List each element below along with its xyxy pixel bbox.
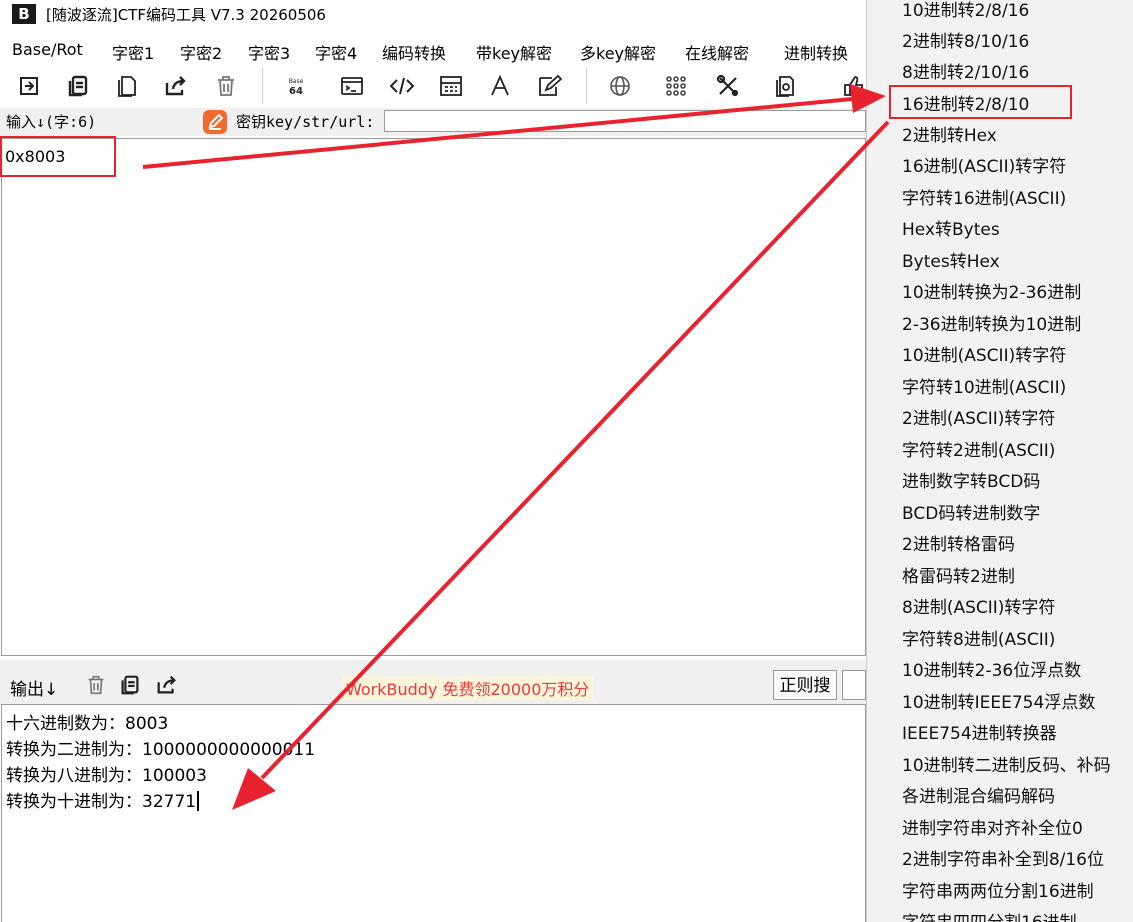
toolbar: Base 64: [0, 66, 866, 106]
dropdown-item[interactable]: 字符转10进制(ASCII): [902, 373, 1066, 398]
copy-icon[interactable]: [118, 673, 142, 697]
document-icon[interactable]: [770, 72, 798, 100]
toolbar-separator: [586, 68, 587, 104]
dropdown-item[interactable]: 2进制字符串补全到8/16位: [902, 845, 1104, 870]
dropdown-item[interactable]: 2-36进制转换为10进制: [902, 310, 1081, 335]
delete-icon[interactable]: [212, 72, 240, 100]
input-textarea[interactable]: 0x8003: [1, 138, 866, 656]
text-caret: [197, 791, 200, 811]
share-icon[interactable]: [162, 72, 190, 100]
globe-icon[interactable]: [606, 72, 634, 100]
terminal-icon[interactable]: [338, 72, 366, 100]
toolbar-separator: [262, 68, 263, 104]
key-input[interactable]: [384, 110, 866, 132]
code-icon[interactable]: [388, 72, 416, 100]
grid-icon[interactable]: [662, 72, 690, 100]
input-highlight-box: [0, 136, 116, 177]
regex-search-input[interactable]: [842, 670, 866, 700]
font-icon[interactable]: [486, 72, 514, 100]
dropdown-item[interactable]: 10进制转2/8/16: [902, 0, 1029, 21]
output-line-octal: 转换为八进制为：100003: [6, 766, 207, 786]
dropdown-item[interactable]: Bytes转Hex: [902, 247, 1000, 272]
dropdown-item[interactable]: 10进制(ASCII)转字符: [902, 341, 1066, 366]
key-edit-icon: [203, 110, 227, 134]
menu-base-rot[interactable]: Base/Rot: [12, 40, 83, 59]
dropdown-item[interactable]: 2进制转8/10/16: [902, 27, 1029, 52]
thumbs-up-icon[interactable]: [840, 72, 868, 100]
output-header: 输出↓ WorkBuddy 免费领20000万积分 正则搜: [0, 660, 866, 704]
menu-cipher-2[interactable]: 字密2: [180, 40, 222, 64]
output-textarea[interactable]: 十六进制数为：8003 转换为二进制为：1000000000000011 转换为…: [1, 704, 866, 922]
dropdown-item[interactable]: 字符转2进制(ASCII): [902, 436, 1055, 461]
menu-key-decrypt[interactable]: 带key解密: [476, 40, 552, 64]
menu-cipher-1[interactable]: 字密1: [112, 40, 154, 64]
paste-icon[interactable]: [113, 72, 141, 100]
dropdown-item[interactable]: 格雷码转2进制: [902, 562, 1015, 587]
dropdown-item[interactable]: 进制字符串对齐补全位0: [902, 814, 1083, 839]
dropdown-item[interactable]: 字符串四四分割16进制: [902, 908, 1077, 922]
menu-multi-key-decrypt[interactable]: 多key解密: [580, 40, 656, 64]
output-label: 输出↓: [10, 680, 59, 700]
menu-online-decrypt[interactable]: 在线解密: [685, 40, 749, 64]
dropdown-item[interactable]: BCD码转进制数字: [902, 499, 1040, 524]
dropdown-item[interactable]: 10进制转IEEE754浮点数: [902, 688, 1095, 713]
base-conversion-dropdown: 10进制转2/8/16 2进制转8/10/16 8进制转2/10/16 16进制…: [866, 0, 1133, 922]
base64-icon[interactable]: Base 64: [282, 72, 310, 100]
output-line-binary: 转换为二进制为：1000000000000011: [6, 740, 316, 760]
menu-cipher-3[interactable]: 字密3: [248, 40, 290, 64]
dropdown-item[interactable]: 2进制转格雷码: [902, 530, 1015, 555]
delete-icon[interactable]: [84, 673, 108, 697]
calculator-icon[interactable]: [437, 72, 465, 100]
dropdown-item[interactable]: 字符转16进制(ASCII): [902, 184, 1066, 209]
window-title: [随波逐流]CTF编码工具 V7.3 20260506: [46, 6, 326, 24]
menu-highlight-box: [889, 85, 1072, 119]
dropdown-item[interactable]: 进制数字转BCD码: [902, 467, 1040, 492]
menu-bar: Base/Rot 字密1 字密2 字密3 字密4 编码转换 带key解密 多ke…: [0, 36, 866, 64]
title-bar: B [随波逐流]CTF编码工具 V7.3 20260506: [0, 0, 866, 30]
menu-encoding[interactable]: 编码转换: [382, 40, 446, 64]
dropdown-item[interactable]: 10进制转二进制反码、补码: [902, 751, 1111, 776]
dropdown-item[interactable]: Hex转Bytes: [902, 215, 1000, 240]
edit-icon[interactable]: [535, 72, 563, 100]
dropdown-item[interactable]: 2进制转Hex: [902, 121, 997, 146]
import-icon[interactable]: [15, 72, 43, 100]
svg-text:64: 64: [289, 86, 303, 97]
promo-banner[interactable]: WorkBuddy 免费领20000万积分: [342, 676, 594, 700]
key-label: 密钥key/str/url:: [236, 113, 375, 131]
dropdown-item[interactable]: 10进制转换为2-36进制: [902, 278, 1081, 303]
svg-text:Base: Base: [289, 78, 304, 85]
input-label: 输入↓(字:6): [6, 113, 97, 131]
copy-icon[interactable]: [64, 72, 92, 100]
dropdown-item[interactable]: 各进制混合编码解码: [902, 782, 1055, 807]
dropdown-item[interactable]: 2进制(ASCII)转字符: [902, 404, 1055, 429]
output-line-hex: 十六进制数为：8003: [6, 714, 169, 734]
tools-icon[interactable]: [714, 72, 742, 100]
input-header: 输入↓(字:6) 密钥key/str/url:: [0, 108, 866, 136]
output-line-decimal: 转换为十进制为：32771: [6, 787, 200, 812]
dropdown-item[interactable]: IEEE754进制转换器: [902, 719, 1057, 744]
dropdown-item[interactable]: 10进制转2-36位浮点数: [902, 656, 1081, 681]
menu-base-conversion[interactable]: 进制转换: [784, 40, 848, 64]
menu-cipher-4[interactable]: 字密4: [315, 40, 357, 64]
app-logo: B: [12, 4, 36, 24]
dropdown-item[interactable]: 8进制转2/10/16: [902, 58, 1029, 83]
regex-search-button[interactable]: 正则搜: [773, 670, 837, 700]
dropdown-item[interactable]: 字符转8进制(ASCII): [902, 625, 1055, 650]
dropdown-item[interactable]: 16进制(ASCII)转字符: [902, 152, 1066, 177]
dropdown-item[interactable]: 字符串两两位分割16进制: [902, 877, 1094, 902]
share-icon[interactable]: [155, 673, 179, 697]
dropdown-item[interactable]: 8进制(ASCII)转字符: [902, 593, 1055, 618]
